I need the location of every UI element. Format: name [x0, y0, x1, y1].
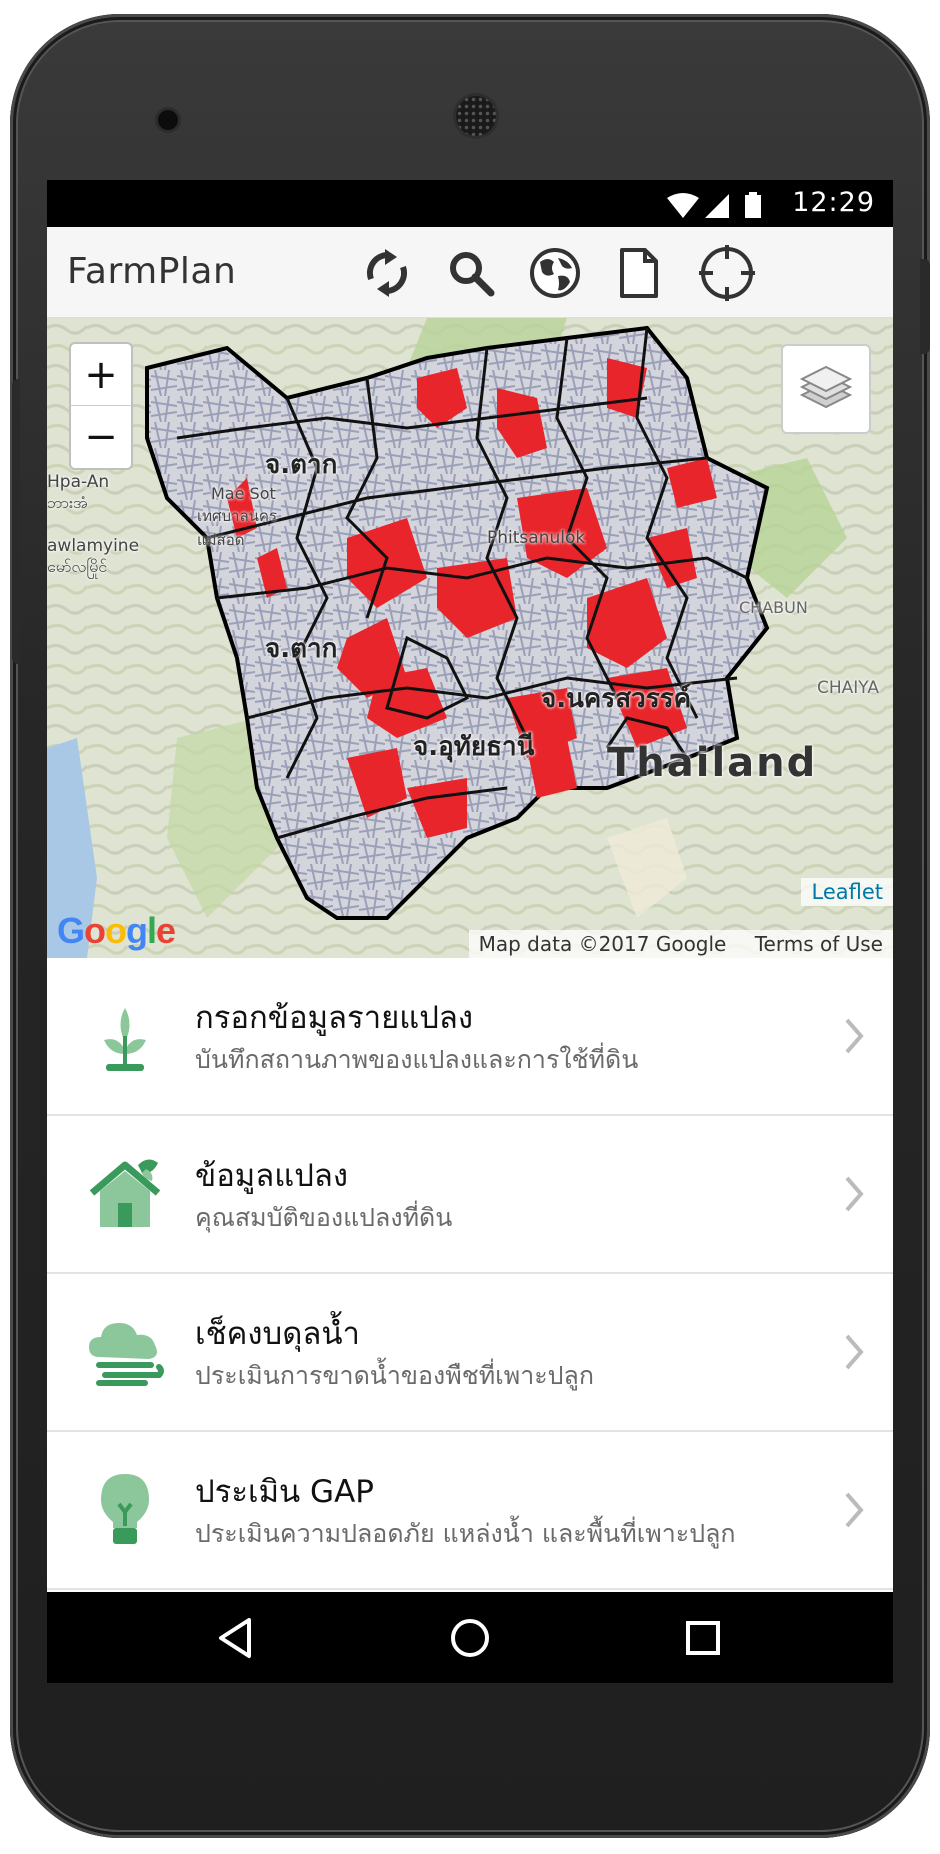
farmhouse-icon — [77, 1146, 173, 1242]
locate-button[interactable] — [697, 243, 757, 303]
lightbulb-icon — [77, 1462, 173, 1558]
map-view[interactable]: จ.ตาก จ.ตาก จ.นครสวรรค์ จ.อุทัยธานี Thai… — [47, 318, 893, 958]
refresh-icon — [366, 249, 408, 297]
recents-button[interactable] — [675, 1610, 731, 1666]
search-icon — [450, 252, 495, 297]
cloud-wind-icon — [77, 1304, 173, 1400]
map-label-hpaan-my: ဘားအံ — [47, 493, 88, 512]
terms-of-use-link[interactable]: Terms of Use — [755, 932, 883, 956]
map-label-nakhonsawan: จ.นครสวรรค์ — [541, 684, 692, 714]
chevron-right-icon — [845, 1018, 864, 1054]
document-button[interactable] — [609, 243, 669, 303]
leaflet-attribution-link[interactable]: Leaflet — [801, 878, 893, 906]
menu-item-gap-assessment[interactable]: ประเมิน GAP ประเมินความปลอดภัย แหล่งน้ำ … — [47, 1432, 893, 1590]
menu-item-subtitle: บันทึกสถานภาพของแปลงและการใช้ที่ดิน — [195, 1045, 639, 1074]
map-tiles — [47, 318, 893, 958]
chevron-right-icon — [845, 1334, 864, 1370]
recents-icon — [686, 1621, 720, 1655]
map-label-uthai: จ.อุทัยธานี — [413, 732, 535, 762]
wifi-icon — [667, 193, 699, 218]
menu-item-water-balance[interactable]: เช็คงบดุลน้ำ ประเมินการขาดน้ำของพืชที่เพ… — [47, 1274, 893, 1432]
crosshair-icon — [699, 245, 755, 301]
status-icons — [667, 192, 761, 218]
map-label-thailand: Thailand — [607, 740, 818, 786]
status-time: 12:29 — [792, 187, 875, 218]
layers-button[interactable] — [781, 344, 871, 434]
home-button[interactable] — [442, 1610, 498, 1666]
map-label-mawlamyine-my: မော်လမြိုင် — [47, 557, 108, 576]
map-label-mawlamyine: awlamyine — [47, 536, 140, 556]
menu-item-title: กรอกข้อมูลรายแปลง — [195, 1000, 474, 1036]
volume-button — [12, 379, 20, 664]
menu-item-subtitle: ประเมินการขาดน้ำของพืชที่เพาะปลูก — [195, 1361, 594, 1390]
globe-button[interactable] — [525, 243, 585, 303]
screen: 12:29 FarmPlan จ.ตาก จ.ตาก จ.นครสวรรค์ จ… — [47, 180, 893, 1683]
chevron-right-icon — [845, 1492, 864, 1528]
map-data-attribution: Map data ©2017 Google Terms of Use — [468, 930, 893, 958]
map-data-text: Map data ©2017 Google — [478, 932, 727, 956]
sprout-icon — [77, 988, 173, 1084]
home-icon — [451, 1619, 489, 1657]
menu-item-record-plot[interactable]: กรอกข้อมูลรายแปลง บันทึกสถานภาพของแปลงแล… — [47, 958, 893, 1116]
map-label-tak-1: จ.ตาก — [265, 450, 338, 480]
signal-icon — [705, 194, 729, 218]
menu-list: กรอกข้อมูลรายแปลง บันทึกสถานภาพของแปลงแล… — [47, 958, 893, 1590]
chevron-right-icon — [845, 1176, 864, 1212]
map-label-hpaan: Hpa-An — [47, 472, 110, 492]
menu-item-title: ประเมิน GAP — [195, 1474, 374, 1510]
navigation-bar — [47, 1592, 893, 1683]
globe-icon — [530, 248, 580, 298]
map-label-chaiya: CHAIYA — [817, 678, 879, 698]
map-label-maesot: Mae Sot — [211, 484, 276, 503]
back-icon — [219, 1618, 251, 1658]
map-label-chabun: CHABUN — [739, 598, 808, 617]
earpiece-speaker — [456, 96, 496, 136]
map-label-phitsanulok: Phitsanulok — [487, 528, 586, 548]
document-icon — [620, 248, 658, 298]
zoom-in-button[interactable]: + — [71, 344, 131, 406]
menu-item-title: เช็คงบดุลน้ำ — [195, 1316, 360, 1352]
menu-item-subtitle: ประเมินความปลอดภัย แหล่งน้ำ และพื้นที่เพ… — [195, 1519, 736, 1548]
status-bar: 12:29 — [47, 180, 893, 227]
app-title: FarmPlan — [67, 251, 237, 292]
refresh-button[interactable] — [357, 243, 417, 303]
menu-item-plot-info[interactable]: ข้อมูลแปลง คุณสมบัติของแปลงที่ดิน — [47, 1116, 893, 1274]
zoom-out-button[interactable]: − — [71, 406, 131, 467]
front-camera — [158, 110, 178, 130]
battery-icon — [745, 195, 761, 218]
menu-item-title: ข้อมูลแปลง — [195, 1158, 349, 1194]
back-button[interactable] — [207, 1610, 263, 1666]
map-label-maesot-th: เทศบาลนคร แม่สอด — [197, 507, 278, 549]
power-button — [920, 259, 930, 354]
app-bar: FarmPlan — [47, 227, 893, 318]
google-logo: Google — [57, 910, 176, 951]
search-button[interactable] — [441, 243, 501, 303]
layers-icon — [799, 365, 853, 409]
zoom-control: + − — [69, 342, 133, 470]
map-label-tak-2: จ.ตาก — [265, 634, 338, 664]
menu-item-subtitle: คุณสมบัติของแปลงที่ดิน — [195, 1203, 453, 1232]
